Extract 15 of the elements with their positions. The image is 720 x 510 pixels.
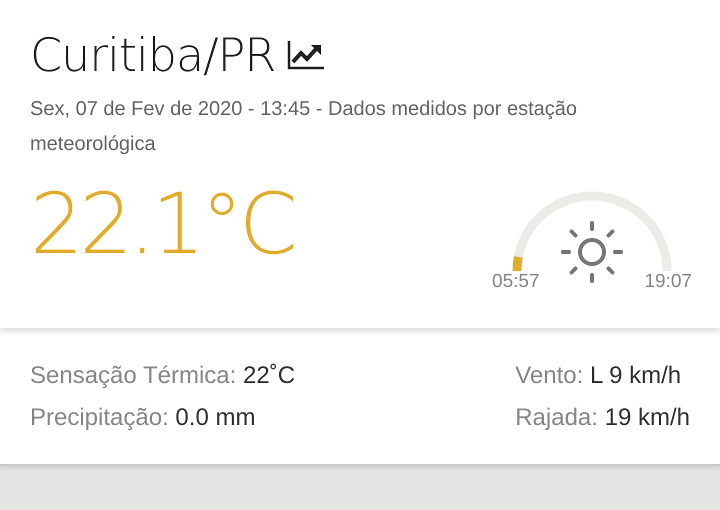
sunrise-time: 05:57	[492, 271, 540, 293]
sunset-time: 19:07	[644, 271, 692, 293]
detail-label: Sensação Térmica:	[30, 362, 236, 389]
detail-value: 0.0 mm	[175, 404, 256, 431]
chart-icon[interactable]	[287, 40, 326, 70]
date-subtitle: Sex, 07 de Fev de 2020 - 13:45 - Dados medidos por estação meteorológica	[30, 97, 578, 157]
detail-value: 19 km/h	[604, 404, 690, 431]
detail-value: L 9 km/h	[590, 362, 682, 389]
detail-value: 22˚C	[243, 362, 296, 389]
sun-icon	[561, 221, 623, 283]
city-title: Curitiba/PR	[30, 28, 276, 82]
detail-label: Rajada:	[515, 404, 598, 431]
detail-label: Vento:	[515, 362, 584, 389]
detail-label: Precipitação:	[30, 404, 169, 431]
temperature: 22.1°C	[30, 182, 294, 266]
